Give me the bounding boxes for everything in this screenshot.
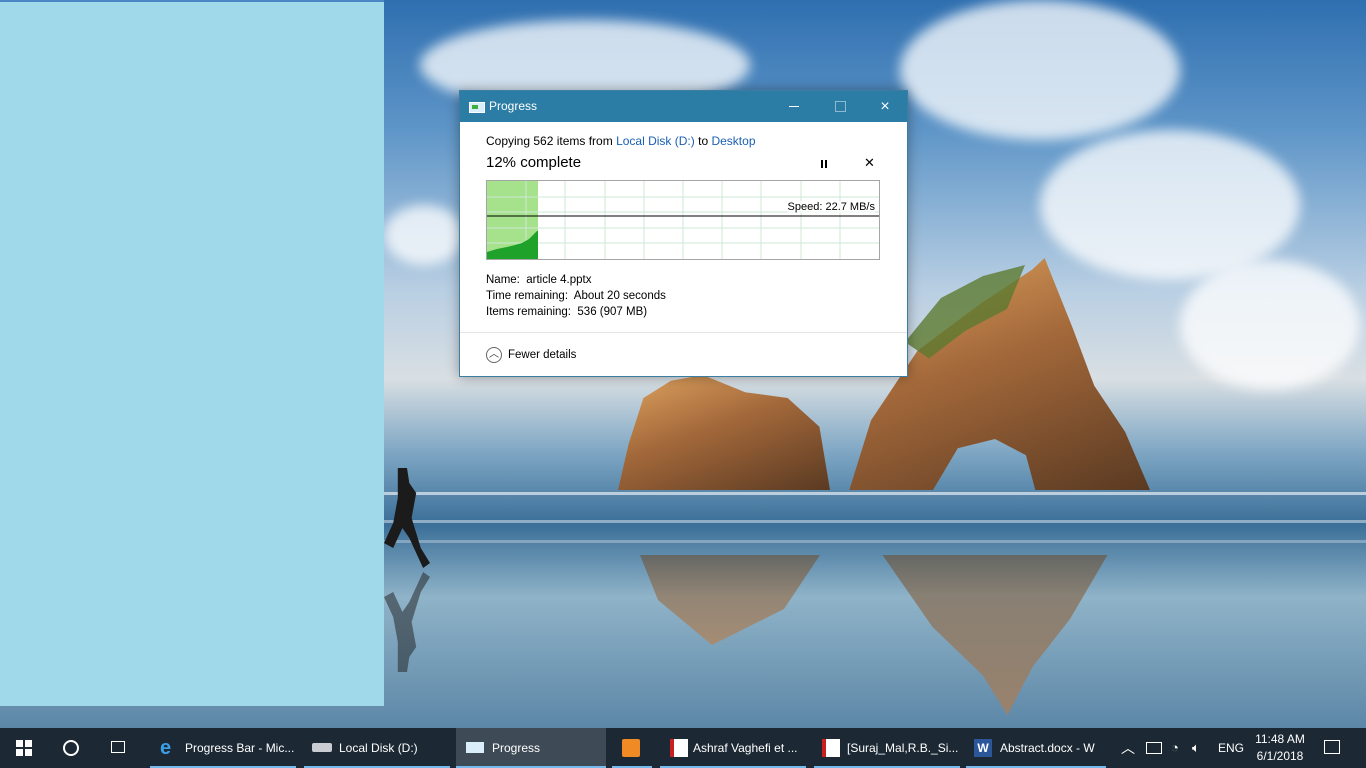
- taskbar-item-label: Progress: [492, 741, 541, 755]
- runner-silhouette: [384, 468, 430, 568]
- clock[interactable]: 11:48 AM 6/1/2018: [1250, 731, 1310, 765]
- pause-icon: [821, 160, 823, 168]
- copy-prefix: Copying 562 items from: [486, 134, 613, 148]
- windows-icon: [16, 749, 23, 756]
- progress-dialog: Progress × Copying 562 items from Local …: [459, 90, 908, 377]
- maximize-button: [817, 91, 863, 122]
- cloud: [1180, 260, 1360, 390]
- pause-button[interactable]: [815, 157, 833, 173]
- taskbar-item-label: [Suraj_Mal,R.B._Si...: [847, 741, 959, 755]
- task-view-icon[interactable]: [111, 741, 125, 753]
- taskbar-item-pdf-2[interactable]: [Suraj_Mal,R.B._Si...: [814, 728, 960, 768]
- word-icon: W: [974, 739, 992, 757]
- name-value: article 4.pptx: [526, 274, 592, 286]
- time-row: Time remaining: About 20 seconds: [486, 288, 666, 304]
- to-word: to: [698, 134, 709, 148]
- minimize-icon: [789, 106, 799, 108]
- language-indicator[interactable]: ENG: [1218, 728, 1244, 768]
- windows-icon: [16, 740, 23, 747]
- time-value: About 20 seconds: [573, 290, 666, 302]
- speed-label: Speed: 22.7 MB/s: [787, 201, 875, 213]
- cortana-search-icon[interactable]: [63, 740, 79, 756]
- speed-graph: Speed: 22.7 MB/s: [486, 180, 880, 260]
- divider: [460, 332, 907, 333]
- minimize-button[interactable]: [771, 91, 817, 122]
- items-value: 536 (907 MB): [577, 306, 648, 318]
- cloud: [900, 0, 1180, 140]
- name-label: Name:: [486, 274, 520, 286]
- close-icon: ×: [880, 98, 890, 115]
- taskbar-item-progress[interactable]: Progress: [456, 728, 606, 768]
- items-label: Items remaining:: [486, 306, 572, 318]
- rock-reflection: [640, 555, 820, 645]
- wave-line: [384, 492, 1366, 495]
- windows-icon: [25, 740, 32, 747]
- window-title: Progress: [489, 99, 538, 113]
- percent-complete: 12% complete: [486, 154, 582, 171]
- wave-line: [384, 540, 1366, 543]
- notification-icon[interactable]: [1324, 740, 1340, 754]
- taskbar-item-label: Ashraf Vaghefi et ...: [693, 741, 798, 755]
- items-row: Items remaining: 536 (907 MB): [486, 304, 666, 320]
- battery-icon[interactable]: [1146, 742, 1162, 754]
- destination-link[interactable]: Desktop: [711, 134, 755, 148]
- rock-reflection: [882, 555, 1108, 715]
- taskbar-item-label: Local Disk (D:): [339, 741, 418, 755]
- taskbar: e Progress Bar - Mic... Local Disk (D:) …: [0, 728, 1366, 768]
- taskbar-item-explorer[interactable]: Local Disk (D:): [304, 728, 450, 768]
- taskbar-item-pdf-1[interactable]: Ashraf Vaghefi et ...: [660, 728, 806, 768]
- drive-icon: [312, 743, 332, 752]
- time-label: Time remaining:: [486, 290, 569, 302]
- taskbar-item-label: Abstract.docx - W: [1000, 741, 1095, 755]
- close-button[interactable]: ×: [862, 91, 908, 122]
- taskbar-item-media[interactable]: [612, 728, 652, 768]
- name-row: Name: article 4.pptx: [486, 272, 666, 288]
- volume-icon[interactable]: 🔈︎: [1192, 728, 1200, 768]
- clock-date: 6/1/2018: [1256, 749, 1304, 763]
- edge-icon: e: [160, 737, 172, 759]
- wifi-icon[interactable]: ◔: [1171, 728, 1179, 768]
- copy-summary: Copying 562 items from Local Disk (D:) t…: [486, 134, 756, 148]
- copy-progress-icon: [469, 102, 485, 113]
- taskbar-item-label: Progress Bar - Mic...: [185, 741, 295, 755]
- source-link[interactable]: Local Disk (D:): [616, 134, 695, 148]
- copy-progress-icon: [466, 742, 484, 753]
- chevron-up-icon[interactable]: ︿: [1121, 728, 1135, 768]
- fewer-details-label: Fewer details: [508, 349, 577, 362]
- maximize-icon: [834, 101, 846, 113]
- cloud: [1040, 130, 1300, 280]
- clock-time: 11:48 AM: [1255, 732, 1305, 746]
- start-button[interactable]: [16, 740, 32, 756]
- chevron-up-icon: ︿: [486, 347, 502, 363]
- fewer-details-button[interactable]: ︿ Fewer details: [486, 347, 576, 363]
- taskbar-item-word[interactable]: W Abstract.docx - W: [966, 728, 1106, 768]
- media-player-icon: [622, 739, 640, 757]
- taskbar-item-edge[interactable]: e Progress Bar - Mic...: [150, 728, 296, 768]
- speed-graph-canvas: [487, 181, 879, 259]
- wave-line: [384, 520, 1366, 523]
- cancel-button[interactable]: ✕: [864, 155, 875, 171]
- windows-icon: [25, 749, 32, 756]
- pdf-icon: [822, 739, 840, 757]
- left-window-panel[interactable]: [0, 0, 384, 706]
- pdf-icon: [670, 739, 688, 757]
- rock-small: [618, 375, 830, 490]
- details-list: Name: article 4.pptx Time remaining: Abo…: [486, 272, 666, 320]
- runner-reflection: [384, 572, 430, 672]
- pause-icon: [825, 160, 827, 168]
- cloud: [384, 205, 464, 265]
- title-bar[interactable]: Progress ×: [460, 91, 907, 122]
